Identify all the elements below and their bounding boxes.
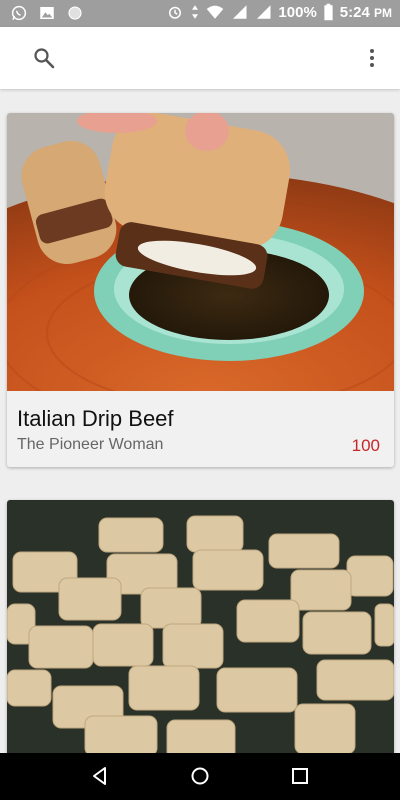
recipe-source: The Pioneer Woman bbox=[17, 436, 164, 453]
search-icon[interactable] bbox=[32, 46, 56, 70]
recipe-image bbox=[7, 500, 394, 760]
app-bar bbox=[0, 27, 400, 89]
wifi-icon bbox=[207, 5, 224, 19]
signal-4g-icon bbox=[233, 5, 247, 19]
recipe-image bbox=[7, 113, 394, 391]
whatsapp-icon bbox=[11, 5, 27, 21]
gallery-icon bbox=[40, 7, 54, 19]
more-vert-icon[interactable] bbox=[360, 46, 384, 70]
home-icon[interactable] bbox=[189, 765, 211, 787]
battery-percent: 100% bbox=[278, 3, 317, 21]
signal-3g-icon bbox=[257, 5, 271, 19]
navigation-bar bbox=[0, 753, 400, 800]
back-icon[interactable] bbox=[89, 765, 111, 787]
circle-icon bbox=[68, 6, 82, 20]
clock-time: 5:24 PM bbox=[339, 3, 392, 21]
battery-icon bbox=[324, 3, 333, 21]
status-bar-left bbox=[10, 4, 84, 22]
recipe-title: Italian Drip Beef bbox=[17, 406, 174, 431]
recipe-score: 100 bbox=[351, 436, 380, 455]
recipe-card[interactable]: Italian Drip Beef The Pioneer Woman 100 bbox=[7, 113, 394, 467]
recents-icon[interactable] bbox=[289, 765, 311, 787]
alarm-icon bbox=[169, 6, 182, 19]
data-arrows-icon bbox=[192, 5, 199, 19]
status-bar: 100% 5:24 PM bbox=[0, 0, 400, 27]
status-bar-right: 100% 5:24 PM bbox=[166, 3, 392, 21]
recipe-card[interactable] bbox=[7, 500, 394, 760]
